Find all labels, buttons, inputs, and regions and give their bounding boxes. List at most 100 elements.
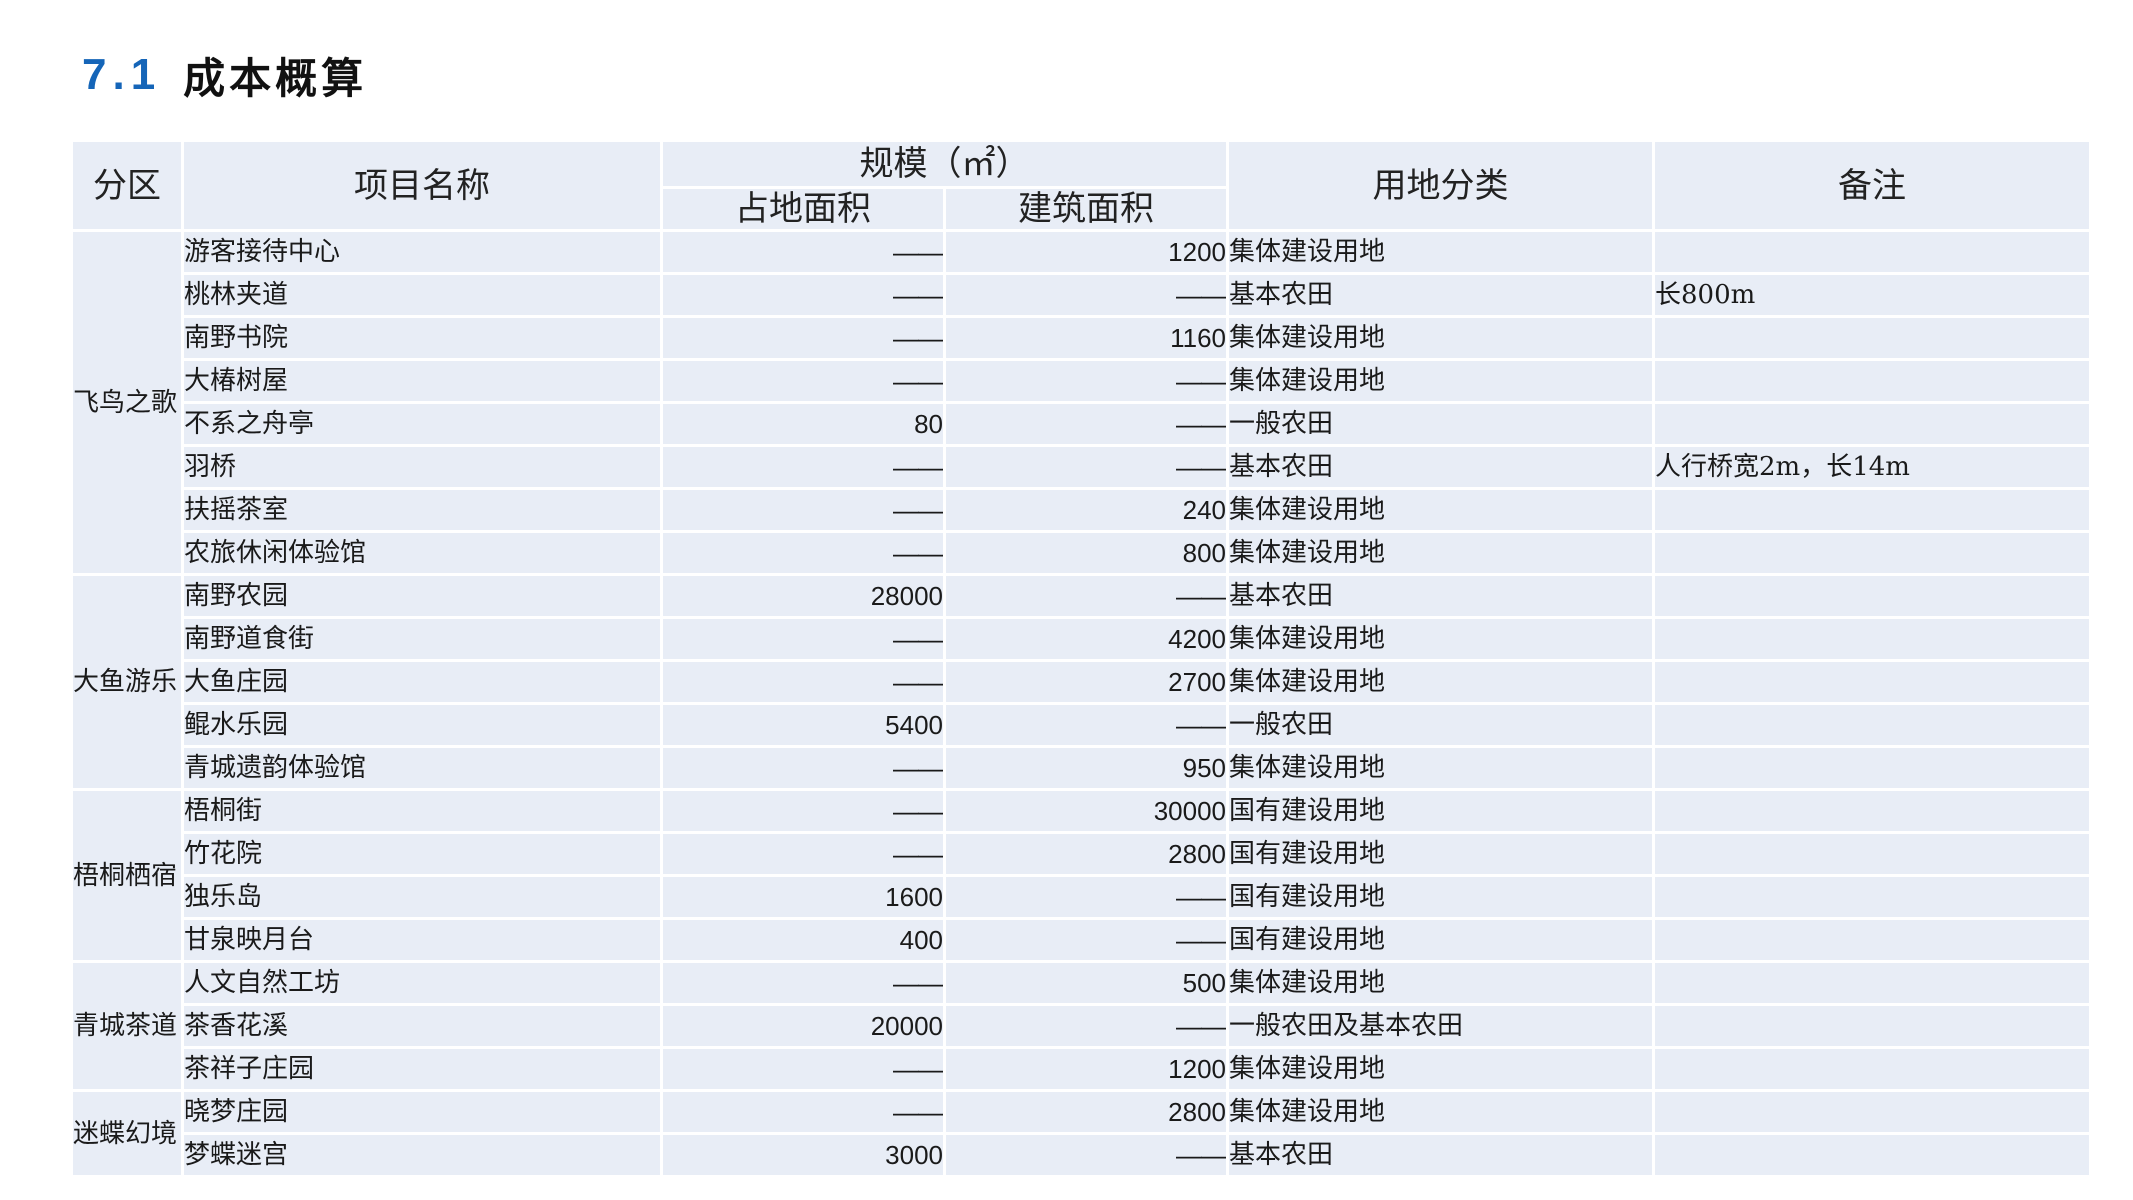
zone-cell: 青城茶道 xyxy=(73,963,184,1092)
build-area: 2700 xyxy=(946,662,1229,705)
project-name: 独乐岛 xyxy=(184,877,663,920)
note xyxy=(1655,1049,2092,1092)
land-area: —— xyxy=(663,490,946,533)
note xyxy=(1655,1135,2092,1178)
table-row: 茶香花溪 20000 —— 一般农田及基本农田 xyxy=(73,1006,2092,1049)
build-area: —— xyxy=(946,1135,1229,1178)
build-area: 1200 xyxy=(946,1049,1229,1092)
build-area: —— xyxy=(946,1006,1229,1049)
land-area: —— xyxy=(663,275,946,318)
project-name: 甘泉映月台 xyxy=(184,920,663,963)
note xyxy=(1655,963,2092,1006)
project-name: 不系之舟亭 xyxy=(184,404,663,447)
land-class: 基本农田 xyxy=(1229,275,1655,318)
land-area: 5400 xyxy=(663,705,946,748)
header-zone: 分区 xyxy=(73,142,184,232)
note xyxy=(1655,619,2092,662)
build-area: —— xyxy=(946,705,1229,748)
table-row: 羽桥 —— —— 基本农田 人行桥宽2m，长14m xyxy=(73,447,2092,490)
note: 长800m xyxy=(1655,275,2092,318)
build-area: —— xyxy=(946,361,1229,404)
land-area: —— xyxy=(663,791,946,834)
land-class: 集体建设用地 xyxy=(1229,748,1655,791)
build-area: 950 xyxy=(946,748,1229,791)
project-name: 梧桐街 xyxy=(184,791,663,834)
project-name: 茶祥子庄园 xyxy=(184,1049,663,1092)
land-class: 基本农田 xyxy=(1229,576,1655,619)
project-name: 大鱼庄园 xyxy=(184,662,663,705)
land-class: 集体建设用地 xyxy=(1229,361,1655,404)
land-class: 国有建设用地 xyxy=(1229,920,1655,963)
land-class: 集体建设用地 xyxy=(1229,533,1655,576)
table-row: 甘泉映月台 400 —— 国有建设用地 xyxy=(73,920,2092,963)
land-area: —— xyxy=(663,1049,946,1092)
table-row: 农旅休闲体验馆 —— 800 集体建设用地 xyxy=(73,533,2092,576)
table-row: 竹花院 —— 2800 国有建设用地 xyxy=(73,834,2092,877)
header-land-area: 占地面积 xyxy=(663,189,946,232)
note xyxy=(1655,361,2092,404)
land-area: —— xyxy=(663,318,946,361)
note xyxy=(1655,1092,2092,1135)
land-area: —— xyxy=(663,748,946,791)
note xyxy=(1655,748,2092,791)
table-row: 飞鸟之歌 游客接待中心 —— 1200 集体建设用地 xyxy=(73,232,2092,576)
table-row: 大鱼游乐 南野农园 28000 —— 基本农田 xyxy=(73,576,2092,791)
land-area: —— xyxy=(663,447,946,490)
note xyxy=(1655,404,2092,447)
build-area: 500 xyxy=(946,963,1229,1006)
note xyxy=(1655,834,2092,877)
build-area: —— xyxy=(946,877,1229,920)
land-class: 集体建设用地 xyxy=(1229,318,1655,361)
page-title: 7.1 成本概算 xyxy=(82,40,367,110)
land-area: 28000 xyxy=(663,576,946,619)
land-area: —— xyxy=(663,619,946,662)
header-note: 备注 xyxy=(1655,142,2092,232)
build-area: 800 xyxy=(946,533,1229,576)
land-class: 集体建设用地 xyxy=(1229,1092,1655,1135)
zone-cell: 梧桐栖宿 xyxy=(73,791,184,963)
note xyxy=(1655,490,2092,533)
land-area: —— xyxy=(663,533,946,576)
build-area: 4200 xyxy=(946,619,1229,662)
table-row: 青城茶道 人文自然工坊 —— 500 集体建设用地 xyxy=(73,963,2092,1092)
note xyxy=(1655,877,2092,920)
project-name: 羽桥 xyxy=(184,447,663,490)
land-class: 集体建设用地 xyxy=(1229,963,1655,1006)
land-area: —— xyxy=(663,834,946,877)
land-area: —— xyxy=(663,963,946,1006)
project-name: 南野农园 xyxy=(184,576,663,619)
note xyxy=(1655,1006,2092,1049)
table-row: 不系之舟亭 80 —— 一般农田 xyxy=(73,404,2092,447)
build-area: —— xyxy=(946,404,1229,447)
land-class: 基本农田 xyxy=(1229,447,1655,490)
project-name: 扶摇茶室 xyxy=(184,490,663,533)
land-area: —— xyxy=(663,232,946,275)
project-name: 人文自然工坊 xyxy=(184,963,663,1006)
project-name: 鲲水乐园 xyxy=(184,705,663,748)
note xyxy=(1655,576,2092,619)
land-area: 1600 xyxy=(663,877,946,920)
build-area: 1200 xyxy=(946,232,1229,275)
land-class: 集体建设用地 xyxy=(1229,662,1655,705)
zone-cell: 迷蝶幻境 xyxy=(73,1092,184,1178)
build-area: —— xyxy=(946,275,1229,318)
build-area: —— xyxy=(946,576,1229,619)
land-class: 一般农田 xyxy=(1229,404,1655,447)
land-class: 国有建设用地 xyxy=(1229,791,1655,834)
land-area: —— xyxy=(663,1092,946,1135)
section-title: 成本概算 xyxy=(183,53,368,103)
land-class: 集体建设用地 xyxy=(1229,619,1655,662)
land-class: 国有建设用地 xyxy=(1229,834,1655,877)
build-area: —— xyxy=(946,447,1229,490)
zone-cell: 大鱼游乐 xyxy=(73,576,184,791)
project-name: 桃林夹道 xyxy=(184,275,663,318)
project-name: 梦蝶迷宫 xyxy=(184,1135,663,1178)
build-area: 30000 xyxy=(946,791,1229,834)
land-class: 集体建设用地 xyxy=(1229,490,1655,533)
header-land-class: 用地分类 xyxy=(1229,142,1655,232)
table-row: 桃林夹道 —— —— 基本农田 长800m xyxy=(73,275,2092,318)
table-row: 青城遗韵体验馆 —— 950 集体建设用地 xyxy=(73,748,2092,791)
table-row: 茶祥子庄园 —— 1200 集体建设用地 xyxy=(73,1049,2092,1092)
land-class: 国有建设用地 xyxy=(1229,877,1655,920)
build-area: 1160 xyxy=(946,318,1229,361)
